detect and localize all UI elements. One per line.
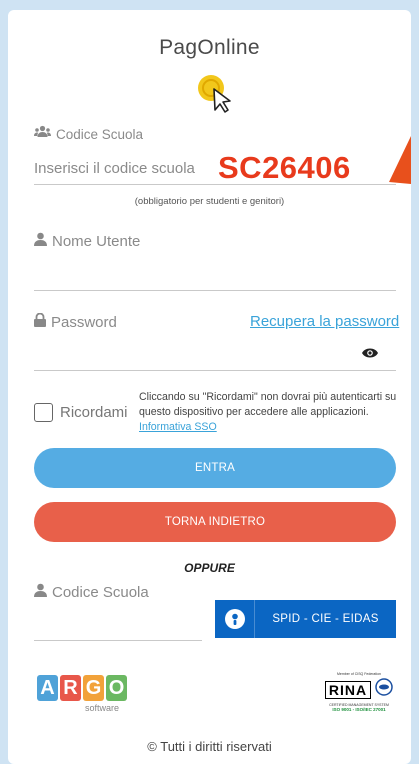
sso-info-link[interactable]: Informativa SSO — [139, 421, 217, 433]
argo-letter-a: A — [37, 675, 58, 701]
remember-label[interactable]: Ricordami — [60, 404, 128, 421]
cursor-click-icon — [194, 72, 236, 114]
show-password-eye-icon[interactable] — [362, 346, 378, 364]
username-input[interactable] — [34, 258, 396, 290]
back-button[interactable]: TORNA INDIETRO — [34, 502, 396, 542]
school-code-input[interactable]: Inserisci il codice scuola — [34, 160, 195, 177]
rina-certification-logo: Member of CISQ Federation RINA CERTIFIED… — [321, 672, 397, 712]
password-underline — [34, 370, 396, 371]
spid-button-label: SPID - CIE - EIDAS — [272, 613, 379, 625]
password-label: Password — [34, 312, 117, 332]
user-icon — [34, 583, 47, 602]
login-card: PagOnline Codice Scuola Inserisci il cod… — [8, 10, 411, 764]
remember-checkbox[interactable] — [34, 403, 53, 422]
school-code-overlay-value: SC26406 — [218, 150, 351, 185]
lock-icon — [34, 312, 46, 332]
argo-letter-g: G — [83, 675, 104, 701]
login-button[interactable]: ENTRA — [34, 448, 396, 488]
school-code-underline — [34, 184, 396, 185]
spid-school-code-underline — [34, 640, 202, 641]
red-arrow-marker — [389, 136, 411, 189]
school-code-label: Codice Scuola — [34, 125, 143, 143]
argo-letter-o: O — [106, 675, 127, 701]
spid-user-icon — [215, 600, 255, 638]
spid-button[interactable]: SPID - CIE - EIDAS — [215, 600, 396, 638]
copyright: © Tutti i diritti riservati — [147, 739, 272, 754]
recover-password-link[interactable]: Recupera la password — [250, 313, 399, 330]
spid-school-code-label: Codice Scuola — [34, 583, 149, 602]
argo-logo: A R G O software — [37, 675, 127, 713]
spid-school-code-input[interactable] — [34, 610, 202, 640]
username-label: Nome Utente — [34, 232, 140, 251]
argo-letter-r: R — [60, 675, 81, 701]
user-icon — [34, 232, 47, 251]
iqnet-icon — [375, 678, 393, 701]
users-icon — [34, 125, 51, 143]
or-separator: OPPURE — [184, 561, 235, 575]
username-underline — [34, 290, 396, 291]
argo-subtitle: software — [84, 703, 119, 713]
app-title: PagOnline — [159, 36, 260, 59]
password-input[interactable] — [34, 340, 364, 370]
remember-info-text: Cliccando su "Ricordami" non dovrai più … — [139, 391, 397, 433]
school-code-hint: (obbligatorio per studenti e genitori) — [134, 196, 285, 207]
